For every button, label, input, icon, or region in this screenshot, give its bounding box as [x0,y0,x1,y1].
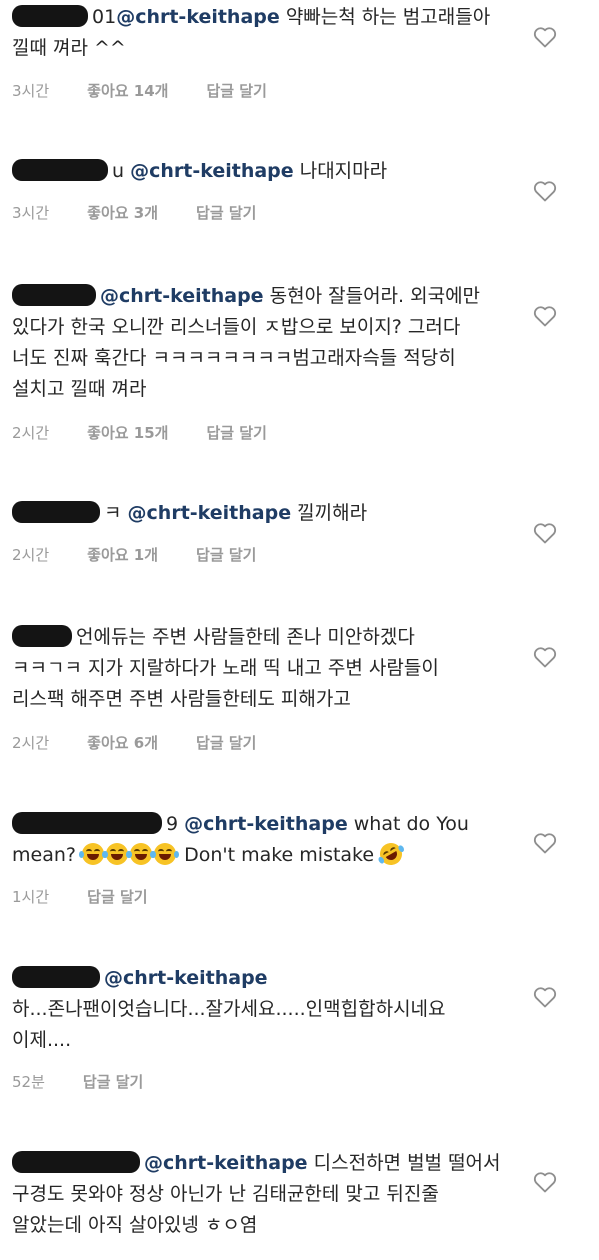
comment-text-line: 디스전하면 벌벌 떨어서 [313,1152,501,1174]
username-fragment: 9 [166,813,179,835]
comment-item: 언에듀는 주변 사람들한테 존나 미안하겠다 ㅋㅋㄱㅋ 지가 지랄하다가 노래 … [0,622,599,715]
heart-outline-icon[interactable] [533,832,557,854]
comment-meta: 3시간 좋아요 14개 답글 달기 [12,80,305,101]
username-fragment: 01 [92,6,117,28]
comment-item: 9 @chrt-keithape what do You mean? Don't… [0,809,599,871]
reply-button[interactable]: 답글 달기 [206,422,266,443]
comment-timestamp: 3시간 [12,204,50,222]
comment-item: @chrt-keithape 동현아 잘들어라. 외국에만 있다가 한국 오니깐… [0,281,599,405]
comment-text-line: 구경도 못와야 정상 아닌가 난 김태균한테 맞고 뒤진줄 [12,1183,439,1205]
likes-count[interactable]: 좋아요 14개 [87,80,168,101]
heart-outline-icon[interactable] [533,522,557,544]
username-fragment: u [112,160,125,182]
reply-button[interactable]: 답글 달기 [83,1071,143,1092]
comment-meta: 1시간 답글 달기 [12,886,186,907]
reply-button[interactable]: 답글 달기 [196,732,256,753]
mention-link[interactable]: @chrt-keithape [104,967,268,989]
redacted-username [12,624,72,647]
comment-text-line: 너도 진짜 훅간다 ㅋㅋㅋㅋㅋㅋㅋㅋ범고래자슥들 적당히 [12,347,456,369]
comment-text-line: 있다가 한국 오니깐 리스너들이 ㅈ밥으로 보이지? 그러다 [12,316,461,338]
reply-button[interactable]: 답글 달기 [196,202,256,223]
heart-outline-icon[interactable] [533,305,557,327]
comment-text: 01@chrt-keithape 약빠는척 하는 범고래들아 낄때 껴라 ^^ [12,2,519,64]
redacted-username [12,500,100,523]
heart-outline-icon[interactable] [533,986,557,1008]
comment-timestamp: 2시간 [12,734,50,752]
comment-timestamp: 1시간 [12,888,50,906]
comment-text: @chrt-keithape 디스전하면 벌벌 떨어서 구경도 못와야 정상 아… [12,1148,519,1241]
redacted-username [12,811,162,834]
comment-text-line: 리스팩 해주면 주변 사람들한테도 피해가고 [12,688,351,710]
redacted-username [12,965,100,988]
heart-outline-icon[interactable] [533,180,557,202]
face-with-tears-of-joy-icon [151,842,180,865]
reply-button[interactable]: 답글 달기 [206,80,266,101]
likes-count[interactable]: 좋아요 6개 [87,732,158,753]
comment-timestamp: 2시간 [12,546,50,564]
heart-outline-icon[interactable] [533,26,557,48]
comment-text: 9 @chrt-keithape what do You mean? Don't… [12,809,519,871]
mention-link[interactable]: @chrt-keithape [130,160,294,182]
comment-meta: 52분 답글 달기 [12,1071,181,1092]
comment-item: 01@chrt-keithape 약빠는척 하는 범고래들아 낄때 껴라 ^^ [0,2,599,64]
comment-timestamp: 52분 [12,1073,45,1091]
comment-text: @chrt-keithape 하...존나팬이엇습니다...잘가세요.....인… [12,963,519,1056]
redacted-username [12,283,96,306]
mention-link[interactable]: @chrt-keithape [100,285,264,307]
comment-text-line: Don't make mistake [184,844,375,866]
comment-item: @chrt-keithape 하...존나팬이엇습니다...잘가세요.....인… [0,963,599,1056]
comment-timestamp: 3시간 [12,82,50,100]
comment-item: @chrt-keithape 디스전하면 벌벌 떨어서 구경도 못와야 정상 아… [0,1148,599,1241]
face-with-tears-of-joy-icon [79,842,108,865]
reply-button[interactable]: 답글 달기 [87,886,147,907]
username-fragment: ㅋ [104,502,122,524]
comment-meta: 3시간 좋아요 3개 답글 달기 [12,202,294,223]
comment-text: @chrt-keithape 동현아 잘들어라. 외국에만 있다가 한국 오니깐… [12,281,519,405]
comment-item: ㅋ @chrt-keithape 낄끼해라 [0,498,599,529]
face-with-tears-of-joy-icon [103,842,132,865]
redacted-username [12,1150,140,1173]
comment-text-line: what do You [353,813,469,835]
comment-text-line: ㅋㅋㄱㅋ 지가 지랄하다가 노래 띡 내고 주변 사람들이 [12,657,439,679]
mention-link[interactable]: @chrt-keithape [116,6,280,28]
comment-text-line: 설치고 낄때 껴라 [12,378,147,400]
likes-count[interactable]: 좋아요 3개 [87,202,158,223]
mention-link[interactable]: @chrt-keithape [144,1152,308,1174]
likes-count[interactable]: 좋아요 15개 [87,422,168,443]
comment-meta: 2시간 좋아요 1개 답글 달기 [12,544,294,565]
comment-text-line: mean? [12,844,76,866]
comment-text-line: 나대지마라 [299,160,388,182]
comment-text: u @chrt-keithape 나대지마라 [12,156,519,187]
comment-text-line: 약빠는척 하는 범고래들아 [285,6,491,28]
comment-text: 언에듀는 주변 사람들한테 존나 미안하겠다 ㅋㅋㄱㅋ 지가 지랄하다가 노래 … [12,622,519,715]
heart-outline-icon[interactable] [533,646,557,668]
comment-text-line: 하...존나팬이엇습니다...잘가세요.....인맥힙합하시네요 [12,998,446,1020]
rolling-on-floor-laughing-icon [376,838,407,869]
redacted-username [12,158,108,181]
face-with-tears-of-joy-icon [127,842,156,865]
comment-text-line: 언에듀는 주변 사람들한테 존나 미안하겠다 [76,626,415,648]
comment-timestamp: 2시간 [12,424,50,442]
comment-item: u @chrt-keithape 나대지마라 [0,156,599,187]
comment-text-line: 알았는데 아직 살아있넹 ㅎㅇ염 [12,1214,258,1236]
comment-meta: 2시간 좋아요 6개 답글 달기 [12,732,294,753]
comment-text-line: 동현아 잘들어라. 외국에만 [269,285,481,307]
comment-text-line: 이제.... [12,1029,72,1051]
comment-meta: 2시간 좋아요 15개 답글 달기 [12,422,305,443]
comment-text: ㅋ @chrt-keithape 낄끼해라 [12,498,519,529]
mention-link[interactable]: @chrt-keithape [184,813,348,835]
heart-outline-icon[interactable] [533,1171,557,1193]
redacted-username [12,4,88,27]
comment-text-line: 낄끼해라 [297,502,368,524]
comment-text-line: 낄때 껴라 ^^ [12,37,126,59]
mention-link[interactable]: @chrt-keithape [128,502,292,524]
reply-button[interactable]: 답글 달기 [196,544,256,565]
likes-count[interactable]: 좋아요 1개 [87,544,158,565]
